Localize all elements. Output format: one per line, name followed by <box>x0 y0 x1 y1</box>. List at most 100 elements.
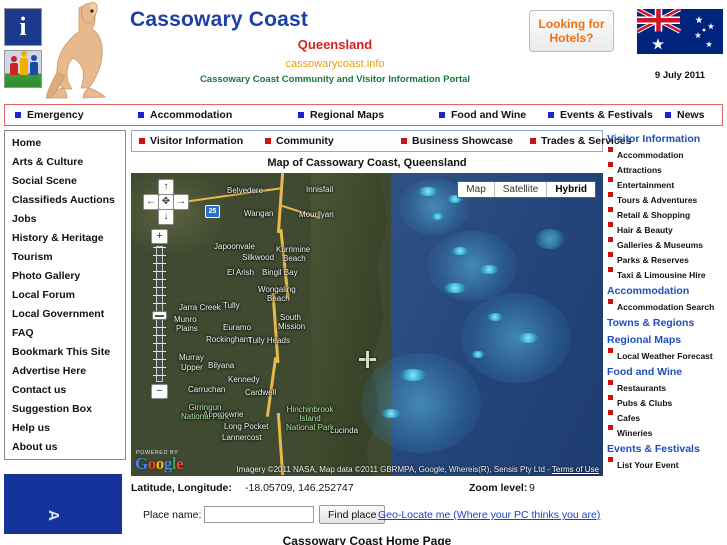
map-reef <box>461 293 571 383</box>
right-sidebar-item-restaurants[interactable]: Restaurants <box>607 380 725 393</box>
header-title-block: Cassowary Coast Queensland cassowarycoas… <box>120 6 510 85</box>
topnav-item-events-festivals[interactable]: Events & Festivals <box>548 109 653 121</box>
sidebar-item-label: Local Government <box>12 308 105 320</box>
map-type-switcher[interactable]: Map Satellite Hybrid <box>457 181 596 198</box>
right-sidebar-item-wineries[interactable]: Wineries <box>607 425 725 438</box>
subnav-item-label: Visitor Information <box>150 135 244 147</box>
right-sidebar-item-label: Taxi & Limousine Hire <box>617 270 706 280</box>
sidebar-item-jobs[interactable]: Jobs <box>5 210 125 229</box>
map-center-button[interactable]: ✥ <box>158 194 174 210</box>
find-place-button[interactable]: Find place <box>319 505 386 524</box>
map-attribution-text: Imagery ©2011 NASA, Map data ©2011 GBRMP… <box>236 465 552 474</box>
sidebar-item-faq[interactable]: FAQ <box>5 324 125 343</box>
right-sidebar-item-label: Cafes <box>617 413 641 423</box>
sidebar-item-label: Suggestion Box <box>12 403 92 415</box>
sidebar-item-contact-us[interactable]: Contact us <box>5 381 125 400</box>
sidebar-item-label: Jobs <box>12 213 37 225</box>
map-reef <box>427 231 517 301</box>
map-zoom-slider-handle[interactable] <box>152 311 167 320</box>
subnav-item-visitor-information[interactable]: Visitor Information <box>139 135 243 147</box>
map-pan-left-button[interactable]: ← <box>143 194 159 210</box>
map-coordinates-row: Latitude, Longitude: -18.05709, 146.2527… <box>131 476 603 498</box>
map-pan-right-button[interactable]: → <box>173 194 189 210</box>
topnav-item-accommodation[interactable]: Accommodation <box>138 109 232 121</box>
bullet-square-icon <box>530 138 536 144</box>
map-type-hybrid-button[interactable]: Hybrid <box>547 182 595 197</box>
map-viewport[interactable]: 25 Belvedere Innisfail Wangan Mourilyan Japo… <box>131 173 603 476</box>
map-reef <box>487 313 503 321</box>
place-name-input[interactable] <box>204 506 314 523</box>
right-sidebar-item-parks-reserves[interactable]: Parks & Reserves <box>607 252 725 265</box>
sidebar-item-advertise-here[interactable]: Advertise Here <box>5 362 125 381</box>
right-sidebar-item-label: Pubs & Clubs <box>617 398 673 408</box>
kangaroo-logo-icon <box>45 2 106 99</box>
sidebar-item-tourism[interactable]: Tourism <box>5 248 125 267</box>
sidebar-item-label: Bookmark This Site <box>12 346 111 358</box>
topnav-item-label: Accommodation <box>150 109 233 121</box>
map-zoom-out-button[interactable]: − <box>151 384 168 399</box>
map-zoom-control[interactable]: + − <box>151 229 169 399</box>
bullet-square-icon <box>298 112 304 118</box>
sidebar-item-home[interactable]: Home <box>5 134 125 153</box>
right-sidebar-item-local-weather-forecast[interactable]: Local Weather Forecast <box>607 348 725 361</box>
map-pan-control[interactable]: ↑ ← ✥ → ↓ <box>143 179 189 225</box>
sidebar-item-label: Contact us <box>12 384 67 396</box>
sidebar-item-social-scene[interactable]: Social Scene <box>5 172 125 191</box>
sidebar-item-arts-culture[interactable]: Arts & Culture <box>5 153 125 172</box>
topnav-item-food-and-wine[interactable]: Food and Wine <box>439 109 526 121</box>
advertisement-banner[interactable]: A <box>4 474 122 534</box>
right-sidebar-item-accommodation-search[interactable]: Accommodation Search <box>607 299 725 312</box>
sidebar-item-label: Tourism <box>12 251 53 263</box>
hotels-button-line1: Looking for <box>538 17 605 31</box>
right-sidebar-item-hair-beauty[interactable]: Hair & Beauty <box>607 222 725 235</box>
map-zoom-in-button[interactable]: + <box>151 229 168 244</box>
bullet-square-icon <box>665 112 671 118</box>
right-sidebar-item-accommodation[interactable]: Accommodation <box>607 147 725 160</box>
sidebar-item-label: Advertise Here <box>12 365 87 377</box>
right-sidebar-heading-visitor-information: Visitor Information <box>607 133 701 145</box>
right-sidebar-item-taxi-limousine-hire[interactable]: Taxi & Limousine Hire <box>607 267 725 280</box>
right-sidebar-item-entertainment[interactable]: Entertainment <box>607 177 725 190</box>
right-sidebar-item-list-your-event[interactable]: List Your Event <box>607 457 725 470</box>
right-sidebar-item-pubs-clubs[interactable]: Pubs & Clubs <box>607 395 725 408</box>
right-sidebar-heading-events-festivals: Events & Festivals <box>607 443 700 455</box>
right-sidebar-item-galleries-museums[interactable]: Galleries & Museums <box>607 237 725 250</box>
sidebar-item-about-us[interactable]: About us <box>5 438 125 457</box>
geo-locate-link[interactable]: Geo-Locate me (Where your PC thinks you … <box>378 509 600 521</box>
topnav-item-news[interactable]: News <box>665 109 704 121</box>
map-type-map-button[interactable]: Map <box>458 182 495 197</box>
sidebar-item-bookmark-this-site[interactable]: Bookmark This Site <box>5 343 125 362</box>
subnav-item-business-showcase[interactable]: Business Showcase <box>401 135 513 147</box>
sidebar-item-help-us[interactable]: Help us <box>5 419 125 438</box>
topnav-item-regional-maps[interactable]: Regional Maps <box>298 109 384 121</box>
map-pan-up-button[interactable]: ↑ <box>158 179 174 195</box>
map-type-satellite-button[interactable]: Satellite <box>495 182 548 197</box>
header-icon-group: i <box>4 8 44 92</box>
right-sidebar-item-label: Retail & Shopping <box>617 210 691 220</box>
sidebar-item-local-government[interactable]: Local Government <box>5 305 125 324</box>
sidebar-item-classifieds-auctions[interactable]: Classifieds Auctions <box>5 191 125 210</box>
sidebar-item-history-heritage[interactable]: History & Heritage <box>5 229 125 248</box>
bullet-square-icon <box>15 112 21 118</box>
right-sidebar-item-cafes[interactable]: Cafes <box>607 410 725 423</box>
map-reef <box>471 351 485 358</box>
map-pan-down-button[interactable]: ↓ <box>158 209 174 225</box>
map-reef <box>431 213 444 220</box>
sidebar-item-photo-gallery[interactable]: Photo Gallery <box>5 267 125 286</box>
topnav-item-emergency[interactable]: Emergency <box>15 109 84 121</box>
information-icon: i <box>4 8 42 46</box>
looking-for-hotels-button[interactable]: Looking for Hotels? <box>529 10 614 52</box>
terms-of-use-link[interactable]: Terms of Use <box>552 465 599 474</box>
sidebar-item-suggestion-box[interactable]: Suggestion Box <box>5 400 125 419</box>
right-sidebar-item-attractions[interactable]: Attractions <box>607 162 725 175</box>
topnav-item-label: Emergency <box>27 109 84 121</box>
subnav-item-community[interactable]: Community <box>265 135 334 147</box>
right-sidebar-heading-towns-regions: Towns & Regions <box>607 317 695 329</box>
right-sidebar-item-retail-shopping[interactable]: Retail & Shopping <box>607 207 725 220</box>
coordinates-label: Latitude, Longitude: <box>131 482 232 494</box>
right-sidebar-item-tours-adventures[interactable]: Tours & Adventures <box>607 192 725 205</box>
sidebar-item-local-forum[interactable]: Local Forum <box>5 286 125 305</box>
map-reef <box>417 187 439 196</box>
right-sidebar: Visitor Information Accommodation Attracti… <box>607 133 725 470</box>
page-root: i Cassowary Coast Queensland cassowaryco… <box>0 0 727 545</box>
